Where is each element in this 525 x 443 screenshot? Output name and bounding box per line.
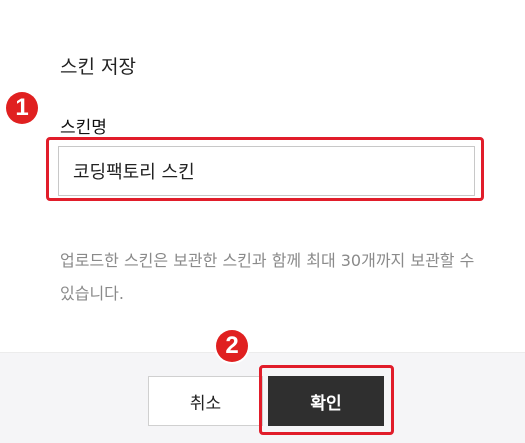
dialog-title: 스킨 저장: [60, 56, 136, 78]
skin-name-label: 스킨명: [60, 118, 107, 138]
help-text: 업로드한 스킨은 보관한 스킨과 함께 최대 30개까지 보관할 수 있습니다.: [60, 251, 475, 303]
step-2-badge: 2: [216, 330, 248, 362]
skin-name-input[interactable]: [58, 146, 475, 196]
cancel-button[interactable]: 취소: [148, 376, 263, 426]
confirm-button[interactable]: 확인: [268, 376, 384, 426]
step-1-badge: 1: [6, 92, 38, 124]
